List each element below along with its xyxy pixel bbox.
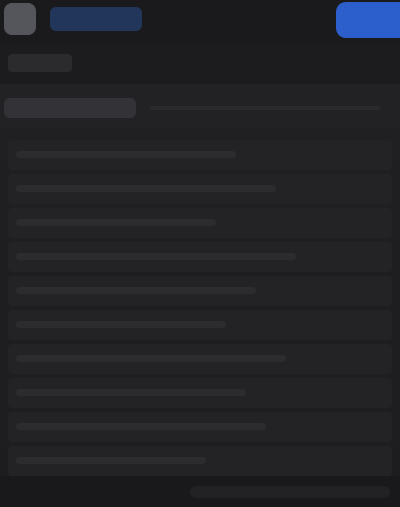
list-item[interactable]: [8, 208, 392, 238]
list-item-text: [16, 185, 276, 192]
app-screen: [0, 0, 400, 507]
list-item[interactable]: [8, 378, 392, 408]
list-item-text: [16, 151, 236, 158]
list-item-text: [16, 321, 226, 328]
filter-chip[interactable]: [4, 98, 136, 118]
primary-action-button[interactable]: [336, 2, 400, 38]
list-item-text: [16, 457, 206, 464]
list-item-text: [16, 219, 216, 226]
list-item-text: [16, 389, 246, 396]
filter-bar: [0, 86, 400, 128]
list-item[interactable]: [8, 310, 392, 340]
bottom-bar: [0, 476, 400, 507]
list-item[interactable]: [8, 276, 392, 306]
list-item[interactable]: [8, 344, 392, 374]
section-label: [8, 54, 72, 72]
list-item[interactable]: [8, 140, 392, 170]
top-app-bar: [0, 0, 400, 44]
list-item-text: [16, 423, 266, 430]
app-title: [50, 7, 142, 31]
list-item-text: [16, 287, 256, 294]
list-item-text: [16, 355, 286, 362]
list-item[interactable]: [8, 446, 392, 476]
list-item[interactable]: [8, 412, 392, 442]
content-list: [0, 140, 400, 476]
filter-divider: [150, 106, 380, 110]
bottom-bar-content: [190, 486, 390, 498]
list-item[interactable]: [8, 242, 392, 272]
list-item-text: [16, 253, 296, 260]
avatar-icon[interactable]: [4, 3, 36, 35]
list-item[interactable]: [8, 174, 392, 204]
subheader: [0, 44, 400, 84]
